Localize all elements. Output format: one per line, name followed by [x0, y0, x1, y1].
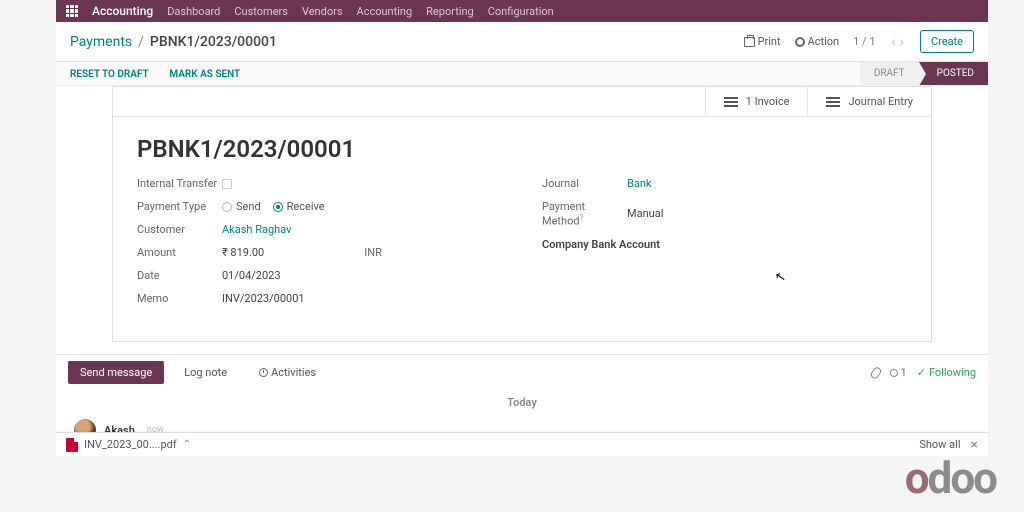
record-title: PBNK1/2023/00001: [137, 135, 907, 163]
label-internal-transfer: Internal Transfer: [137, 177, 222, 190]
download-file[interactable]: INV_2023_00....pdf ⌃: [66, 438, 191, 452]
close-icon[interactable]: ×: [971, 437, 978, 453]
form-sheet: 1 Invoice Journal Entry PBNK1/2023/00001…: [112, 86, 932, 342]
pdf-icon: [66, 438, 78, 452]
label-company-bank: Company Bank Account: [542, 238, 660, 251]
breadcrumb: Payments / PBNK1/2023/00001: [70, 34, 277, 50]
download-bar: INV_2023_00....pdf ⌃ Show all ×: [56, 432, 988, 456]
clock-icon: [259, 368, 268, 377]
menu-reporting[interactable]: Reporting: [426, 5, 474, 18]
list-icon: [826, 97, 840, 107]
odoo-logo: odoo: [905, 452, 996, 504]
value-date: 01/04/2023: [222, 269, 281, 282]
pager: 1 / 1: [853, 35, 875, 48]
menu-vendors[interactable]: Vendors: [302, 5, 343, 18]
print-button[interactable]: Print: [744, 35, 781, 48]
menu-customers[interactable]: Customers: [234, 5, 288, 18]
value-payment-method: Manual: [627, 207, 663, 220]
top-menubar: Accounting Dashboard Customers Vendors A…: [56, 0, 988, 22]
apps-icon[interactable]: [66, 5, 78, 17]
value-customer[interactable]: Akash Raghav: [222, 223, 291, 236]
reset-to-draft-button[interactable]: RESET TO DRAFT: [70, 69, 149, 80]
user-icon: [890, 369, 898, 377]
label-date: Date: [137, 269, 222, 282]
action-button[interactable]: Action: [795, 35, 840, 48]
print-icon: [744, 37, 755, 47]
value-journal[interactable]: Bank: [627, 177, 652, 190]
value-amount: ₹ 819.00: [222, 246, 264, 259]
radio-receive[interactable]: Receive: [273, 200, 325, 213]
internal-transfer-checkbox[interactable]: [222, 179, 232, 189]
status-bar: RESET TO DRAFT MARK AS SENT DRAFT POSTED: [56, 62, 988, 86]
list-icon: [724, 97, 738, 107]
attachment-icon[interactable]: [869, 365, 882, 379]
pager-next[interactable]: ›: [898, 34, 906, 50]
label-amount: Amount: [137, 246, 222, 259]
label-payment-type: Payment Type: [137, 200, 222, 213]
breadcrumb-current: PBNK1/2023/00001: [150, 34, 277, 50]
followers-count[interactable]: 1: [890, 366, 907, 379]
gear-icon: [795, 37, 805, 47]
check-icon: ✓: [917, 366, 926, 379]
label-memo: Memo: [137, 292, 222, 305]
pager-arrows: ‹›: [890, 34, 906, 50]
tab-log-note[interactable]: Log note: [172, 361, 239, 384]
menu-accounting[interactable]: Accounting: [357, 5, 413, 18]
app-title[interactable]: Accounting: [92, 4, 153, 18]
mark-as-sent-button[interactable]: MARK AS SENT: [169, 69, 240, 80]
tab-activities[interactable]: Activities: [247, 361, 328, 384]
radio-send[interactable]: Send: [222, 200, 261, 213]
stage-draft[interactable]: DRAFT: [860, 62, 919, 85]
chevron-up-icon[interactable]: ⌃: [183, 439, 191, 450]
menu-dashboard[interactable]: Dashboard: [167, 5, 220, 18]
tab-send-message[interactable]: Send message: [68, 361, 164, 384]
control-bar: Payments / PBNK1/2023/00001 Print Action…: [56, 22, 988, 62]
label-journal: Journal: [542, 177, 627, 190]
value-currency: INR: [364, 246, 382, 259]
breadcrumb-parent[interactable]: Payments: [70, 34, 132, 50]
pager-prev[interactable]: ‹: [890, 34, 898, 50]
mouse-cursor: ↖: [774, 269, 787, 286]
menu-configuration[interactable]: Configuration: [488, 5, 554, 18]
value-memo: INV/2023/00001: [222, 292, 305, 305]
following-button[interactable]: ✓Following: [917, 366, 976, 379]
chatter-today-separator: Today: [56, 390, 988, 415]
status-stages: DRAFT POSTED: [860, 62, 988, 85]
breadcrumb-separator: /: [138, 34, 144, 50]
smart-btn-journal-entry[interactable]: Journal Entry: [807, 87, 931, 116]
show-all-downloads[interactable]: Show all: [919, 438, 960, 451]
label-customer: Customer: [137, 223, 222, 236]
smart-btn-invoice[interactable]: 1 Invoice: [705, 87, 808, 116]
create-button[interactable]: Create: [920, 30, 974, 53]
label-payment-method: Payment Method?: [542, 200, 627, 228]
stage-posted[interactable]: POSTED: [919, 62, 988, 85]
